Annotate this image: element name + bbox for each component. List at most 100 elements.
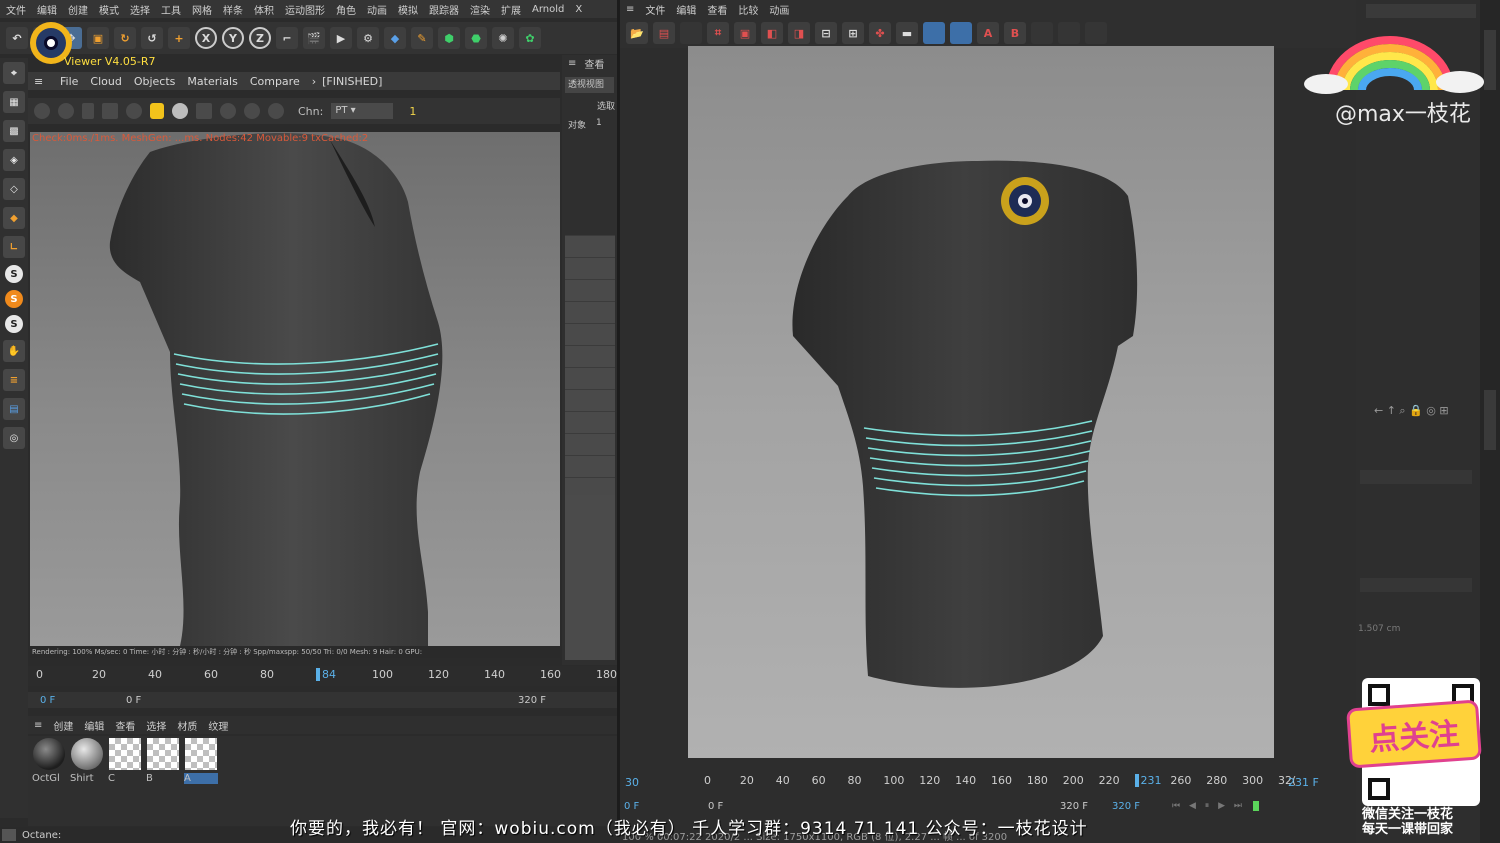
- split-view2-icon[interactable]: ⊞: [842, 22, 864, 44]
- pick-material-icon[interactable]: [244, 103, 260, 119]
- save-icon[interactable]: ▤: [653, 22, 675, 44]
- c4d-menu-item[interactable]: 运动图形: [285, 2, 325, 17]
- render-settings-icon[interactable]: ⚙: [357, 27, 379, 49]
- sculpt-icon[interactable]: ✋: [3, 340, 25, 362]
- channel-number[interactable]: 1: [409, 105, 416, 118]
- restart-render-icon[interactable]: [58, 103, 74, 119]
- frame-end-left[interactable]: 320 F: [518, 695, 546, 706]
- pause-render-icon[interactable]: [82, 103, 94, 119]
- c4d-menu-item[interactable]: 文件: [6, 2, 26, 17]
- info-icon[interactable]: ▬: [896, 22, 918, 44]
- material-menu-item[interactable]: 编辑: [84, 718, 104, 733]
- pv-menu-item[interactable]: 动画: [769, 2, 789, 17]
- polygons-mode-icon[interactable]: ◆: [3, 207, 25, 229]
- misc3-icon[interactable]: [1085, 22, 1107, 44]
- pv-current-frame[interactable]: 231 F: [1288, 776, 1319, 789]
- pv-rendered-image[interactable]: [688, 46, 1274, 758]
- pv-menu-item[interactable]: 文件: [645, 2, 665, 17]
- c4d-menu-item[interactable]: 模拟: [398, 2, 418, 17]
- misc2-icon[interactable]: [1058, 22, 1080, 44]
- material-menu-item[interactable]: 查看: [115, 718, 135, 733]
- c4d-menu-item[interactable]: 动画: [367, 2, 387, 17]
- octane-live-viewport[interactable]: Check:0ms./1ms. MeshGen: ...ms. Nodes:42…: [30, 132, 560, 646]
- c4d-menu-item[interactable]: 网格: [192, 2, 212, 17]
- menu-compare[interactable]: Compare: [250, 75, 300, 88]
- pv-timeline-ruler[interactable]: 30 0 20 40 60 80 100 120 140 160 180 200 220 231 260 2…: [620, 772, 1356, 792]
- tweak-icon[interactable]: ◎: [3, 427, 25, 449]
- compare-icon[interactable]: ◨: [788, 22, 810, 44]
- pick-object-icon[interactable]: [268, 103, 284, 119]
- c4d-menu-item[interactable]: 渲染: [470, 2, 490, 17]
- pv-frame-end2[interactable]: 320 F: [1112, 801, 1172, 812]
- render-view-icon[interactable]: 🎬: [303, 27, 325, 49]
- channel-select[interactable]: PT ▾: [331, 103, 394, 119]
- c4d-menu-item[interactable]: 选择: [130, 2, 150, 17]
- make-editable-icon[interactable]: ⌖: [3, 62, 25, 84]
- side-panel-select[interactable]: 选取: [562, 99, 617, 112]
- channel-icon[interactable]: ✤: [869, 22, 891, 44]
- open-icon[interactable]: 📂: [626, 22, 648, 44]
- pv-menu-item[interactable]: 查看: [707, 2, 727, 17]
- material-swatch[interactable]: Shirt: [70, 738, 104, 784]
- display-b-icon[interactable]: [950, 22, 972, 44]
- material-menu-item[interactable]: 创建: [53, 718, 73, 733]
- misc1-icon[interactable]: [1031, 22, 1053, 44]
- settings-gear-icon[interactable]: [34, 103, 50, 119]
- c4d-menu-item[interactable]: 体积: [254, 2, 274, 17]
- display-a-icon[interactable]: [923, 22, 945, 44]
- hamburger-icon[interactable]: ≡: [34, 75, 48, 88]
- axis-z-button[interactable]: Z: [249, 27, 271, 49]
- material-menu-item[interactable]: 选择: [146, 718, 166, 733]
- region-render-icon[interactable]: [102, 103, 118, 119]
- menu-objects[interactable]: Objects: [134, 75, 176, 88]
- c4d-menu-item[interactable]: 编辑: [37, 2, 57, 17]
- ab-b-icon[interactable]: B: [1004, 22, 1026, 44]
- c4d-menu-item[interactable]: 创建: [68, 2, 88, 17]
- c4d-menu-item[interactable]: 角色: [336, 2, 356, 17]
- split-view-icon[interactable]: ⊟: [815, 22, 837, 44]
- frame-field-left[interactable]: 0 F: [98, 695, 518, 706]
- follow-sticker[interactable]: 点关注: [1346, 678, 1482, 806]
- attr-dropdown-top[interactable]: [1366, 4, 1476, 18]
- attr-nav-icons[interactable]: ← ↑ ⌕ 🔒 ◎ ⊞: [1374, 404, 1449, 418]
- blank-icon[interactable]: [680, 22, 702, 44]
- axis-y-button[interactable]: Y: [222, 27, 244, 49]
- ab-compare-icon[interactable]: ◧: [761, 22, 783, 44]
- environment-icon[interactable]: ✿: [519, 27, 541, 49]
- menu-cloud[interactable]: Cloud: [90, 75, 121, 88]
- axis-mode-icon[interactable]: ∟: [3, 236, 25, 258]
- texture-mode-icon[interactable]: ▩: [3, 120, 25, 142]
- hamburger-icon[interactable]: ≡: [34, 720, 42, 731]
- perspective-view-label[interactable]: 透视视图: [565, 77, 614, 93]
- create-tool-icon[interactable]: +: [168, 27, 190, 49]
- undo-icon[interactable]: ↶: [6, 27, 28, 49]
- points-mode-icon[interactable]: ◈: [3, 149, 25, 171]
- attr-dropdown-2[interactable]: [1360, 578, 1472, 592]
- pv-frame-end[interactable]: 320 F: [1060, 801, 1112, 812]
- pv-menu-item[interactable]: 比较: [738, 2, 758, 17]
- clay-mode-icon[interactable]: [126, 103, 142, 119]
- c4d-menu-item[interactable]: 模式: [99, 2, 119, 17]
- subdivision-icon[interactable]: ⬢: [438, 27, 460, 49]
- pv-menu-item[interactable]: 编辑: [676, 2, 696, 17]
- snap-icon[interactable]: S: [5, 265, 23, 283]
- snap-settings-icon[interactable]: S: [5, 290, 23, 308]
- side-panel-tab[interactable]: 查看: [584, 56, 604, 71]
- attr-dropdown-1[interactable]: [1360, 470, 1472, 484]
- lock-icon[interactable]: [150, 103, 164, 119]
- playback-controls[interactable]: ⏮ ◀ ⏸ ▶ ⏭: [1172, 801, 1245, 811]
- recent-tool-icon[interactable]: ↺: [141, 27, 163, 49]
- render-icon[interactable]: ▣: [734, 22, 756, 44]
- save-image-icon[interactable]: [196, 103, 212, 119]
- crop-icon[interactable]: ⌗: [707, 22, 729, 44]
- c4d-menu-item[interactable]: 样条: [223, 2, 243, 17]
- cube-icon[interactable]: ◆: [384, 27, 406, 49]
- frame-start-left[interactable]: 0 F: [28, 695, 98, 706]
- pv-left-frame[interactable]: 30: [625, 776, 639, 789]
- pv-frame-start[interactable]: 0 F: [620, 801, 700, 812]
- hamburger-icon[interactable]: ≡: [568, 58, 576, 69]
- generator-icon[interactable]: ⬣: [465, 27, 487, 49]
- c4d-menu-item[interactable]: 工具: [161, 2, 181, 17]
- material-menu-item[interactable]: 纹理: [208, 718, 228, 733]
- scale-tool-icon[interactable]: ▣: [87, 27, 109, 49]
